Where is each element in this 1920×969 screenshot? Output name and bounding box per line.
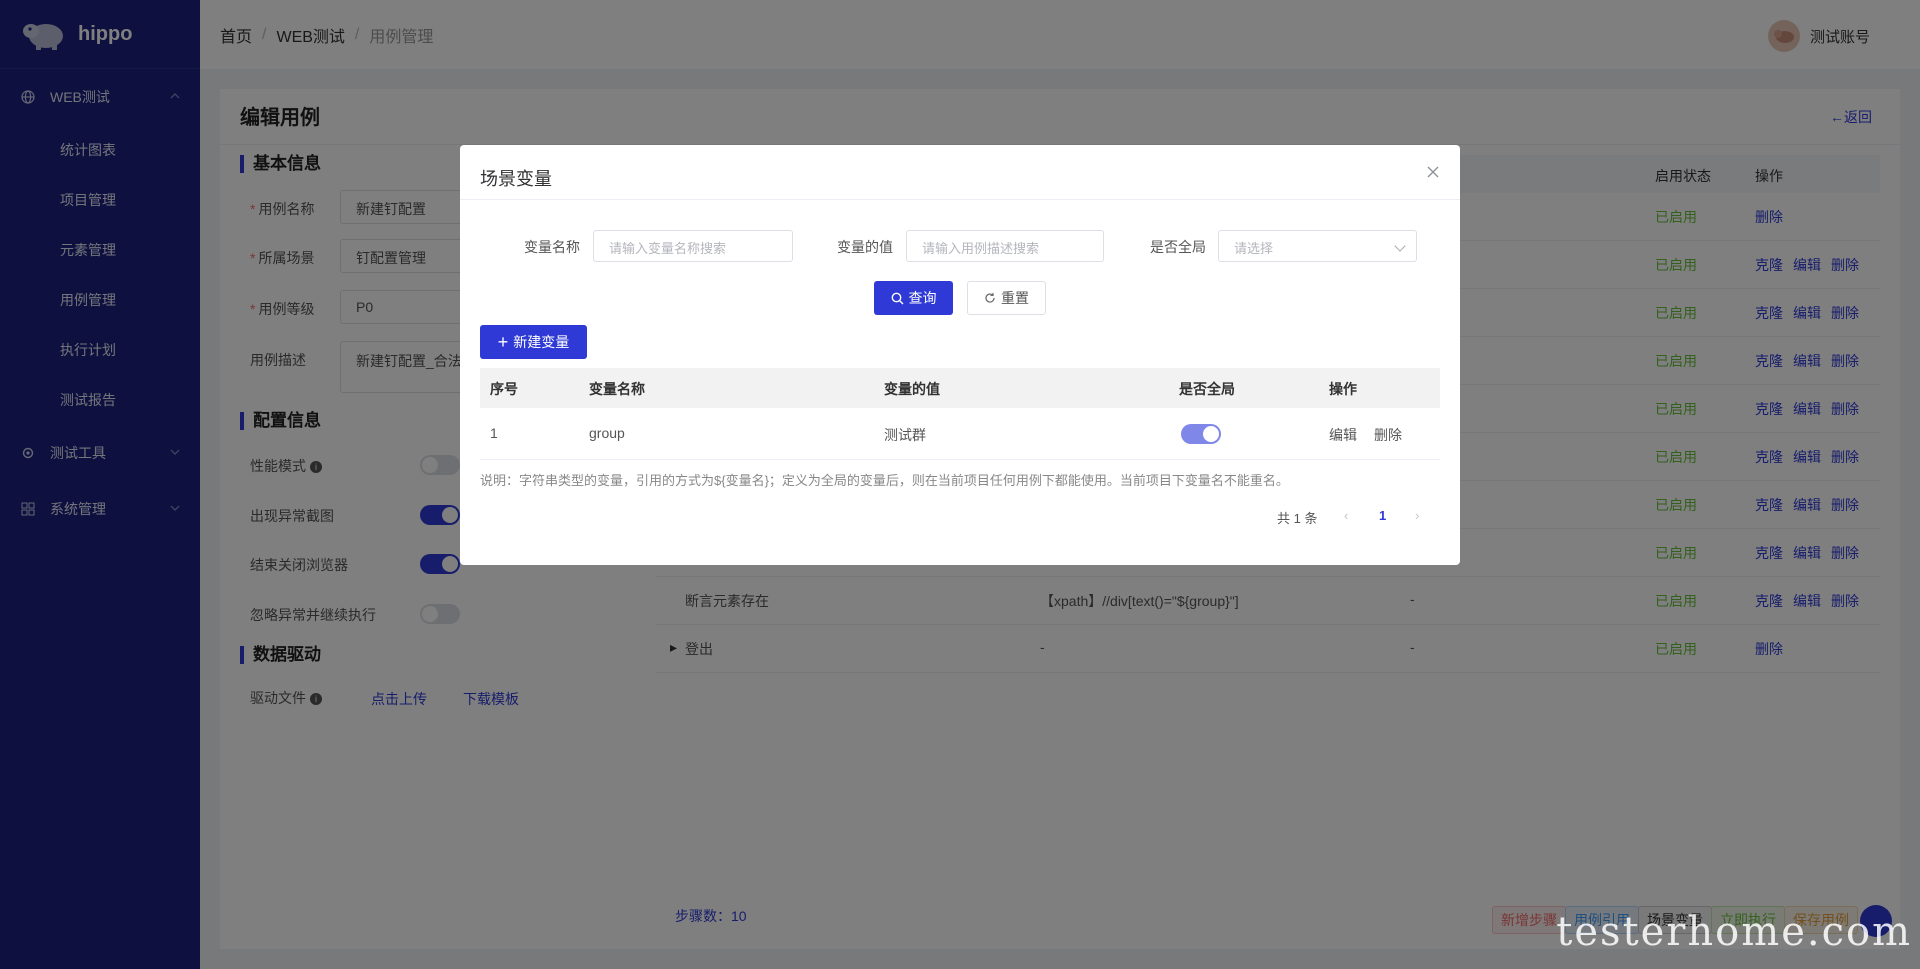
watermark: testerhome.com [1556, 909, 1912, 955]
pager-next-icon[interactable]: › [1415, 508, 1419, 523]
variable-table-header: 序号 变量名称 变量的值 是否全局 操作 [480, 368, 1440, 408]
row-name: group [589, 425, 625, 441]
col-op: 操作 [1329, 381, 1357, 397]
pager-total: 共 1 条 [1277, 511, 1318, 526]
col-name: 变量名称 [589, 381, 645, 397]
var-value-search-input[interactable]: 请输入用例描述搜索 [906, 230, 1104, 262]
var-value-label: 变量的值 [837, 239, 893, 255]
row-value: 测试群 [884, 427, 926, 443]
usage-note: 说明：字符串类型的变量，引用的方式为${变量名}；定义为全局的变量后，则在当前项… [480, 473, 1289, 488]
pager-page[interactable]: 1 [1379, 508, 1386, 523]
col-index: 序号 [490, 381, 518, 397]
plus-icon: + [497, 332, 509, 352]
global-switch[interactable] [1181, 424, 1221, 444]
edit-link[interactable]: 编辑 [1329, 425, 1357, 445]
var-name-search-input[interactable]: 请输入变量名称搜索 [593, 230, 793, 262]
scene-variable-dialog: 场景变量 变量名称 请输入变量名称搜索 变量的值 请输入用例描述搜索 是否全局 … [460, 145, 1460, 565]
new-variable-button[interactable]: + 新建变量 [480, 325, 587, 359]
divider [460, 199, 1460, 200]
row-index: 1 [490, 425, 498, 441]
dialog-title: 场景变量 [480, 169, 552, 189]
col-value: 变量的值 [884, 381, 940, 397]
close-icon[interactable] [1426, 165, 1440, 179]
is-global-label: 是否全局 [1150, 239, 1206, 255]
is-global-select[interactable]: 请选择 [1218, 230, 1417, 262]
reset-button[interactable]: 重置 [967, 281, 1046, 315]
table-row: 1 group 测试群 编辑 删除 [480, 408, 1440, 460]
col-global: 是否全局 [1179, 381, 1235, 397]
search-icon [891, 292, 903, 304]
delete-link[interactable]: 删除 [1374, 425, 1402, 445]
pager-prev-icon[interactable]: ‹ [1344, 508, 1348, 523]
search-button[interactable]: 查询 [874, 281, 953, 315]
var-name-label: 变量名称 [524, 239, 580, 255]
refresh-icon [985, 293, 995, 303]
chevron-down-icon [1394, 240, 1406, 252]
